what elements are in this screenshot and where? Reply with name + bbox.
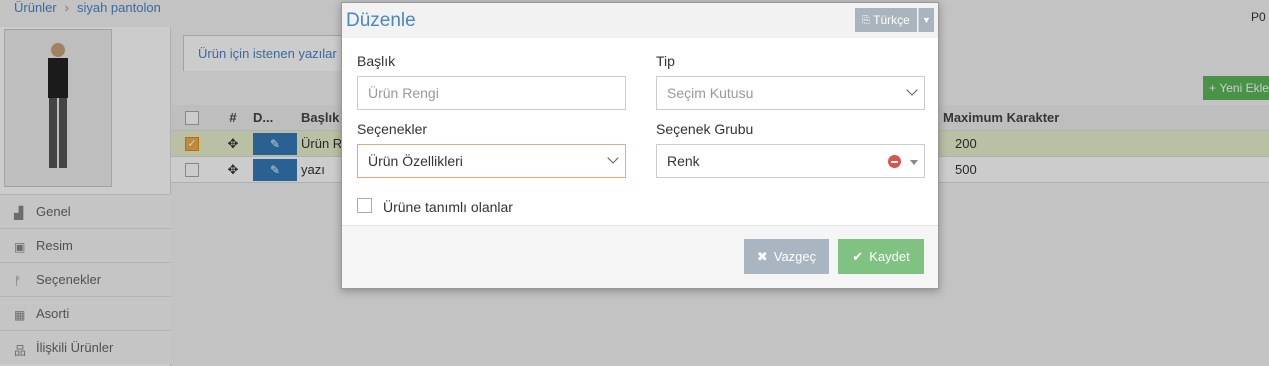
chevron-down-icon: [607, 152, 619, 164]
edit-modal: Düzenle ⎘ Türkçe ▼ Başlık Ürün Rengi Tip…: [341, 2, 939, 289]
check-icon: ✔: [852, 248, 864, 264]
tip-label: Tip: [656, 53, 675, 69]
assigned-checkbox-label[interactable]: Ürüne tanımlı olanlar: [383, 199, 513, 215]
cancel-button[interactable]: ✖ Vazgeç: [744, 239, 829, 274]
secenekler-label: Seçenekler: [357, 121, 428, 137]
modal-body: Başlık Ürün Rengi Tip Seçim Kutusu Seçen…: [342, 38, 938, 228]
language-icon: ⎘: [862, 14, 871, 26]
baslik-label: Başlık: [357, 53, 396, 69]
cancel-label: Vazgeç: [773, 249, 817, 264]
language-label: Türkçe: [873, 13, 910, 27]
chevron-down-icon: [906, 84, 918, 96]
baslik-input[interactable]: Ürün Rengi: [357, 76, 626, 110]
caret-down-icon[interactable]: ▼: [918, 8, 934, 32]
grup-value: Renk: [667, 153, 700, 169]
secenekler-value: Ürün Özellikleri: [368, 153, 463, 169]
secenekler-select[interactable]: Ürün Özellikleri: [357, 144, 626, 178]
assigned-checkbox[interactable]: [357, 198, 372, 213]
language-button[interactable]: ⎘ Türkçe: [855, 8, 917, 32]
save-label: Kaydet: [869, 249, 910, 264]
grup-label: Seçenek Grubu: [656, 121, 754, 137]
clear-icon[interactable]: [888, 155, 901, 168]
grup-select[interactable]: Renk: [656, 144, 925, 178]
modal-footer: ✖ Vazgeç ✔ Kaydet: [342, 225, 938, 288]
modal-header: Düzenle ⎘ Türkçe ▼: [342, 3, 938, 38]
tip-value: Seçim Kutusu: [667, 85, 754, 101]
modal-title: Düzenle: [346, 10, 416, 31]
close-icon: ✖: [756, 248, 768, 264]
save-button[interactable]: ✔ Kaydet: [838, 239, 924, 274]
caret-down-icon[interactable]: [910, 160, 918, 165]
tip-select[interactable]: Seçim Kutusu: [656, 76, 925, 110]
